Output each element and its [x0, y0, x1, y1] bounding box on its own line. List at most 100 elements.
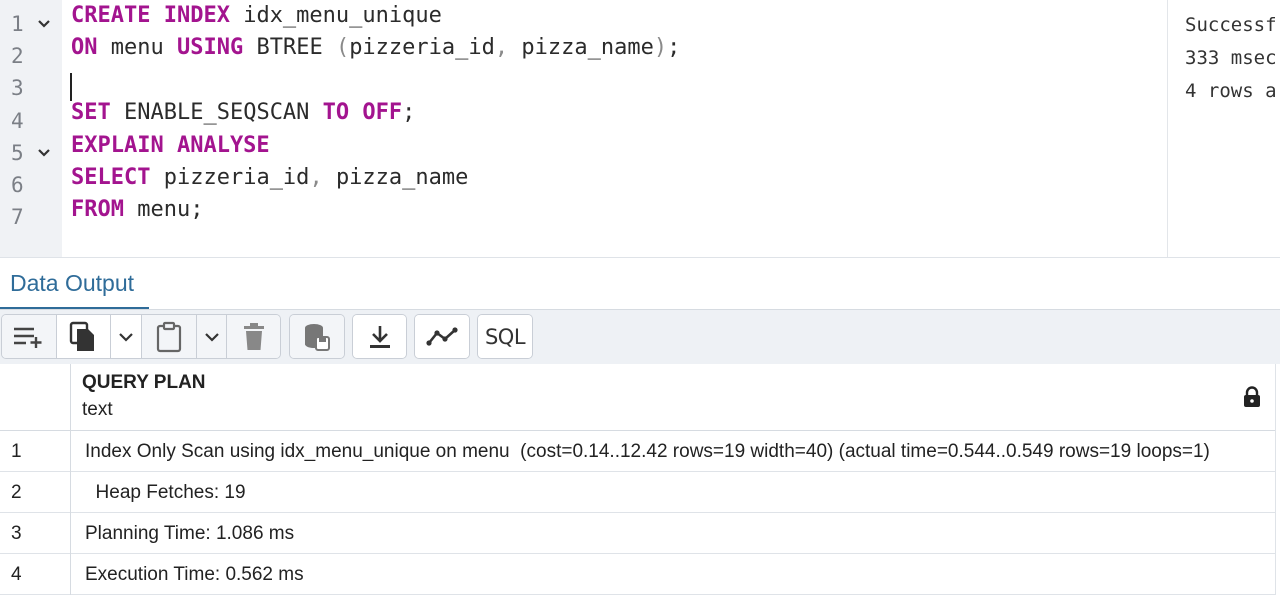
line-number: 4 — [11, 109, 24, 133]
sql-token: idx_menu_unique — [229, 3, 442, 28]
sql-token: pizza_name — [521, 35, 654, 60]
line-number: 5 — [11, 141, 24, 165]
sql-keyword: SET — [71, 100, 111, 125]
query-plan-cell[interactable]: Execution Time: 0.562 ms — [85, 554, 1255, 595]
download-icon — [369, 325, 390, 348]
line-number: 3 — [11, 76, 24, 100]
gutter-line-1: 1 — [0, 7, 62, 39]
save-button-group — [289, 314, 345, 359]
sql-token: menu; — [123, 197, 204, 222]
row-number-header[interactable] — [0, 364, 71, 431]
sql-token: pizzeria_id — [349, 35, 495, 60]
line-number: 2 — [11, 44, 24, 68]
gutter-line-7: 7 — [0, 200, 62, 232]
sql-keyword: CREATE INDEX — [71, 3, 230, 28]
tab-data-output-label: Data Output — [10, 270, 135, 296]
sql-token: pizzeria_id — [150, 165, 310, 190]
column-header-name[interactable]: QUERY PLAN — [82, 372, 206, 394]
sql-token: menu — [97, 35, 177, 60]
gutter-line-4: 4 — [0, 104, 62, 136]
sql-token: pizza_name — [335, 165, 469, 190]
query-plan-cell[interactable]: Planning Time: 1.086 ms — [85, 513, 1255, 554]
sql-punctuation: , — [494, 35, 522, 60]
table-row[interactable]: 4 Execution Time: 0.562 ms — [0, 554, 1275, 595]
row-number[interactable]: 3 — [0, 513, 71, 554]
download-button-group — [352, 314, 407, 359]
sql-editor[interactable]: 1 2 3 4 5 6 7 CREATE INDEX idx_menu_uniq… — [0, 0, 1167, 257]
text-cursor — [70, 73, 72, 101]
row-number[interactable]: 4 — [0, 554, 71, 595]
sql-keyword: FROM — [71, 197, 124, 222]
grid-right-border — [1275, 364, 1276, 595]
sql-keyword: ON — [71, 35, 98, 60]
message-status: Successf — [1185, 14, 1277, 36]
table-row[interactable]: 1 Index Only Scan using idx_menu_unique … — [0, 431, 1275, 472]
code-line-5[interactable]: EXPLAIN ANALYSE — [71, 130, 270, 162]
delete-icon — [243, 322, 264, 350]
table-row[interactable]: 2 Heap Fetches: 19 — [0, 472, 1275, 513]
graph-visualiser-button[interactable] — [415, 315, 469, 358]
query-plan-cell[interactable]: Heap Fetches: 19 — [85, 472, 1255, 513]
line-number: 7 — [11, 205, 24, 229]
query-plan-cell[interactable]: Index Only Scan using idx_menu_unique on… — [85, 431, 1255, 472]
graph-button-group — [414, 314, 470, 359]
copy-dropdown-button[interactable] — [111, 315, 142, 358]
line-number: 6 — [11, 173, 24, 197]
chevron-down-icon — [119, 332, 133, 342]
paste-button[interactable] — [142, 315, 197, 358]
output-tab-bar: Data Output — [0, 257, 1280, 311]
line-number-gutter: 1 2 3 4 5 6 7 — [0, 0, 62, 257]
line-number: 1 — [11, 12, 24, 36]
column-header-type: text — [82, 399, 113, 420]
sql-keyword: USING — [176, 35, 244, 60]
chevron-down-icon — [204, 332, 219, 342]
copy-icon — [70, 321, 95, 351]
sql-button-group: SQL — [477, 314, 533, 359]
add-row-icon — [13, 327, 42, 348]
gutter-line-6: 6 — [0, 168, 62, 200]
gutter-line-3: 3 — [0, 71, 62, 103]
grid-header-row: QUERY PLAN text — [0, 364, 1275, 431]
sql-token: ; — [667, 35, 681, 60]
fold-chevron-icon[interactable] — [36, 16, 52, 32]
messages-panel: Successf 333 msec 4 rows a — [1167, 0, 1280, 257]
row-number[interactable]: 1 — [0, 431, 71, 472]
sql-punctuation: , — [309, 165, 336, 190]
sql-keyword: EXPLAIN ANALYSE — [71, 133, 270, 158]
lock-icon — [1244, 386, 1260, 407]
save-data-button[interactable] — [290, 315, 344, 358]
sql-keyword: TO OFF — [322, 100, 403, 125]
delete-button[interactable] — [227, 315, 280, 358]
graph-icon — [426, 326, 458, 346]
sql-token: BTREE — [243, 35, 336, 60]
paste-icon — [156, 321, 181, 352]
sql-punctuation: ( — [335, 35, 350, 60]
gutter-line-5: 5 — [0, 136, 62, 168]
copy-button[interactable] — [56, 315, 112, 358]
data-output-toolbar: SQL — [0, 309, 1280, 364]
fold-chevron-icon[interactable] — [36, 145, 52, 161]
code-line-4[interactable]: SET ENABLE_SEQSCAN TO OFF; — [71, 97, 415, 129]
sql-token: ; — [402, 100, 416, 125]
sql-token: ENABLE_SEQSCAN — [110, 100, 323, 125]
sql-punctuation: ) — [653, 35, 668, 60]
download-button[interactable] — [353, 315, 406, 358]
row-number[interactable]: 2 — [0, 472, 71, 513]
sql-button-label: SQL — [484, 324, 526, 349]
gutter-line-2: 2 — [0, 39, 62, 71]
code-line-1[interactable]: CREATE INDEX idx_menu_unique — [71, 0, 442, 32]
save-data-icon — [305, 323, 330, 351]
paste-dropdown-button[interactable] — [196, 315, 228, 358]
sql-keyword: SELECT — [71, 165, 151, 190]
code-line-6[interactable]: SELECT pizzeria_id, pizza_name — [71, 162, 468, 194]
tab-data-output[interactable]: Data Output — [0, 258, 149, 311]
add-row-button[interactable] — [2, 315, 57, 358]
table-row[interactable]: 3 Planning Time: 1.086 ms — [0, 513, 1275, 554]
query-result-grid: QUERY PLAN text 1 Index Only Scan using … — [0, 364, 1280, 604]
code-line-2[interactable]: ON menu USING BTREE (pizzeria_id, pizza_… — [71, 32, 680, 64]
edit-button-group — [1, 314, 281, 359]
message-duration: 333 msec — [1185, 47, 1277, 69]
code-line-7[interactable]: FROM menu; — [71, 194, 203, 226]
sql-button[interactable]: SQL — [478, 315, 532, 358]
message-rows: 4 rows a — [1185, 80, 1277, 102]
